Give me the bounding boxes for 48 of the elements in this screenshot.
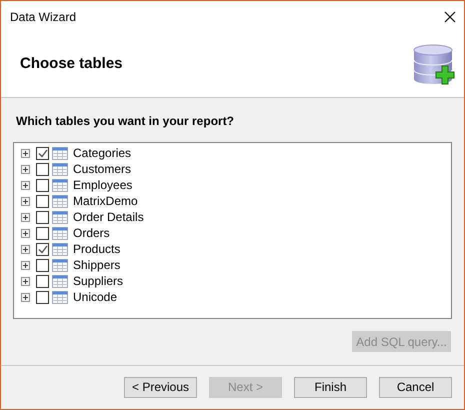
tree-item[interactable]: Employees xyxy=(73,176,132,194)
tree-item[interactable]: Unicode xyxy=(73,288,118,306)
tree-item[interactable]: Products xyxy=(73,240,120,258)
wizard-button[interactable]: Cancel xyxy=(379,376,452,398)
table-icon xyxy=(52,146,68,160)
tree-item[interactable]: Suppliers xyxy=(73,272,124,290)
table-icon xyxy=(52,210,68,224)
checkbox[interactable] xyxy=(36,194,49,208)
table-icon xyxy=(52,162,68,176)
checkbox[interactable] xyxy=(36,226,49,240)
expand-icon[interactable] xyxy=(21,260,30,270)
table-icon xyxy=(52,226,68,240)
tree-item[interactable]: Customers xyxy=(73,160,132,178)
table-icon xyxy=(52,290,68,304)
expand-icon[interactable] xyxy=(21,292,30,302)
tree-item[interactable]: Categories xyxy=(73,144,132,162)
expand-icon[interactable] xyxy=(21,276,30,286)
tree-item[interactable]: MatrixDemo xyxy=(73,192,138,210)
tree-item[interactable]: Shippers xyxy=(73,256,120,274)
table-icon xyxy=(52,274,68,288)
tree-item[interactable]: Order Details xyxy=(73,208,144,226)
close-icon[interactable] xyxy=(444,10,456,22)
checkbox[interactable] xyxy=(36,242,49,256)
table-icon xyxy=(52,178,68,192)
expand-icon[interactable] xyxy=(21,180,30,190)
page-heading: Choose tables xyxy=(20,54,123,74)
prompt-text: Which tables you want in your report? xyxy=(16,113,236,130)
wizard-button[interactable]: Finish xyxy=(294,376,367,398)
table-icon xyxy=(52,242,68,256)
expand-icon[interactable] xyxy=(21,196,30,206)
checkbox[interactable] xyxy=(36,146,49,160)
tree-item[interactable]: Orders xyxy=(73,224,110,242)
expand-icon[interactable] xyxy=(21,212,30,222)
expand-icon[interactable] xyxy=(21,244,30,254)
checkbox[interactable] xyxy=(36,258,49,272)
database-add-icon xyxy=(411,42,455,86)
expand-icon[interactable] xyxy=(21,164,30,174)
checkbox[interactable] xyxy=(36,162,49,176)
window-title: Data Wizard xyxy=(10,8,76,26)
checkbox[interactable] xyxy=(36,210,49,224)
checkbox[interactable] xyxy=(36,178,49,192)
expand-icon[interactable] xyxy=(21,148,30,158)
table-icon xyxy=(52,258,68,272)
checkbox[interactable] xyxy=(36,290,49,304)
checkbox[interactable] xyxy=(36,274,49,288)
expand-icon[interactable] xyxy=(21,228,30,238)
table-icon xyxy=(52,194,68,208)
wizard-button[interactable]: < Previous xyxy=(124,376,197,398)
